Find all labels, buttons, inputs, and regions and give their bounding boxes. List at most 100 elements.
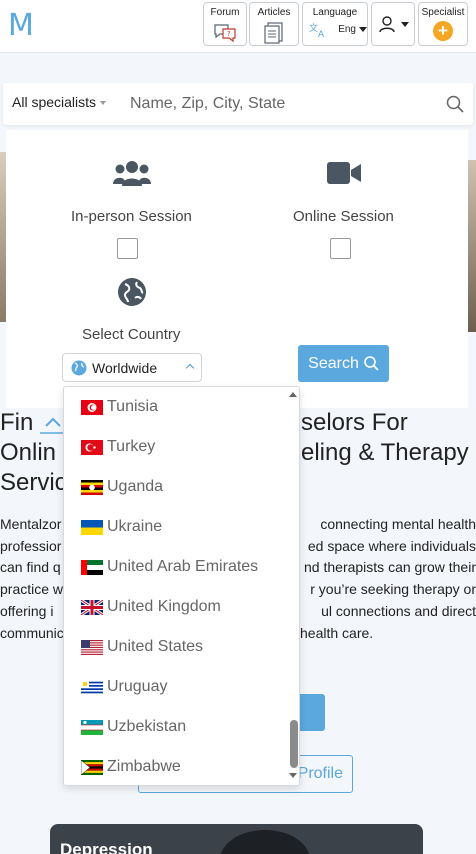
heading-fragment: selors For (301, 409, 408, 436)
online-session-checkbox[interactable] (330, 238, 351, 259)
paragraph-fragment: connecting mental health (320, 516, 476, 532)
country-option[interactable]: Turkey (64, 427, 286, 467)
country-option-label: United States (107, 638, 204, 655)
country-option-label: Uruguay (107, 678, 168, 695)
language-label: Language (312, 7, 358, 18)
svg-text:文: 文 (309, 22, 318, 34)
forum-button[interactable]: Forum ? (203, 2, 247, 46)
user-icon (378, 16, 395, 33)
paragraph-fragment: offering i (0, 602, 54, 619)
search-submit-icon[interactable] (446, 95, 464, 118)
language-button[interactable]: Language 文 A Eng (302, 2, 368, 46)
chevron-up-icon (185, 363, 195, 373)
dropdown-scrollbar[interactable] (287, 387, 299, 785)
flag-tunisia-icon (81, 399, 103, 415)
country-option[interactable]: United Arab Emirates (64, 547, 286, 587)
search-icon (446, 95, 464, 113)
scroll-down-arrow-icon[interactable] (289, 773, 297, 778)
heading-fragment: eling & Therapy (301, 439, 469, 466)
country-option[interactable]: Uruguay (64, 667, 286, 707)
flag-uk-icon (81, 599, 103, 615)
people-group-icon (113, 161, 151, 186)
country-option-label: Zimbabwe (107, 758, 181, 775)
chevron-down-icon (358, 26, 367, 32)
chevron-down-icon (100, 101, 107, 106)
flag-us-icon (81, 639, 103, 655)
translate-icon: 文 A (309, 22, 325, 38)
country-option-label: Ukraine (107, 518, 163, 535)
heading-fragment: Servic (0, 469, 67, 496)
country-select[interactable]: Worldwide (62, 353, 202, 382)
select-country-label: Select Country (82, 326, 181, 343)
country-option-label: Turkey (107, 438, 156, 455)
country-option-label: United Arab Emirates (107, 558, 259, 575)
articles-label: Articles (257, 7, 291, 18)
paragraph-fragment: ed space where individuals (307, 537, 476, 554)
paragraph-fragment: health care. (300, 624, 374, 641)
flag-uganda-icon (81, 479, 103, 495)
search-bar: All specialists (3, 83, 473, 125)
specialist-filter-label: All specialists (12, 94, 97, 110)
forum-label: Forum (210, 7, 240, 18)
paragraph-fragment: communic (0, 624, 64, 641)
flag-turkey-icon (81, 439, 103, 455)
in-person-session-checkbox[interactable] (117, 238, 138, 259)
country-option[interactable]: United States (64, 627, 286, 667)
paragraph-fragment: Mentalzor (0, 516, 62, 532)
flag-uzbekistan-icon (81, 719, 103, 735)
category-card-depression[interactable]: Depression (50, 824, 423, 854)
online-session-label: Online Session (293, 208, 394, 225)
language-value: Eng (338, 23, 356, 35)
country-option-label: United Kingdom (107, 598, 221, 615)
search-icon (364, 356, 379, 371)
background-photo-right (468, 160, 476, 332)
header: M Forum ? Articles Language 文 A Eng Spec… (0, 0, 476, 53)
button-fragment: Profile (297, 765, 343, 782)
articles-icon (264, 22, 283, 44)
search-input[interactable] (130, 89, 430, 119)
paragraph-fragment: nd therapists can grow their (304, 559, 476, 576)
flag-uruguay-icon (81, 679, 103, 695)
country-option-label: Uganda (107, 478, 164, 495)
country-option[interactable]: Uganda (64, 467, 286, 507)
category-card-title: Depression (60, 840, 153, 854)
country-option-label: Tunisia (107, 398, 158, 415)
heading-fragment: Fin (0, 409, 34, 436)
search-button-label: Search (308, 354, 359, 372)
in-person-session-label: In-person Session (71, 208, 192, 225)
country-option[interactable]: Tunisia (64, 387, 286, 427)
country-dropdown-list: Tunisia Turkey Uganda Ukraine United Ara… (63, 386, 300, 786)
country-option[interactable]: Zimbabwe (64, 747, 286, 785)
globe-icon (71, 360, 87, 376)
country-option-label: Uzbekistan (107, 718, 187, 735)
country-option[interactable]: Uzbekistan (64, 707, 286, 747)
plus-icon: + (433, 21, 453, 41)
video-camera-icon (327, 162, 361, 184)
articles-button[interactable]: Articles (249, 2, 299, 46)
card-photo (220, 830, 310, 854)
country-option[interactable]: Ukraine (64, 507, 286, 547)
search-button[interactable]: Search (298, 345, 389, 382)
logo[interactable]: M (8, 8, 34, 43)
specialist-filter-select[interactable]: All specialists (12, 94, 107, 110)
paragraph-fragment: can find q (0, 559, 61, 576)
specialist-label: Specialist (421, 7, 465, 18)
scroll-up-arrow-icon[interactable] (289, 392, 297, 397)
globe-icon (118, 278, 146, 306)
country-select-value: Worldwide (92, 360, 158, 376)
forum-icon: ? (214, 24, 236, 43)
svg-text:A: A (318, 30, 325, 38)
paragraph-fragment: ul connections and direct (321, 602, 476, 619)
chevron-down-icon (400, 21, 409, 27)
flag-ukraine-icon (81, 519, 103, 535)
svg-text:?: ? (227, 30, 231, 38)
account-button[interactable] (371, 2, 415, 46)
paragraph-fragment: r you’re seeking therapy or (310, 581, 476, 598)
paragraph-fragment: practice w (0, 581, 64, 598)
country-option[interactable]: United Kingdom (64, 587, 286, 627)
paragraph-fragment: professior (0, 537, 62, 554)
flag-zimbabwe-icon (81, 759, 103, 775)
scrollbar-thumb[interactable] (290, 720, 298, 768)
specialist-button[interactable]: Specialist + (418, 2, 468, 46)
flag-uae-icon (81, 559, 103, 575)
